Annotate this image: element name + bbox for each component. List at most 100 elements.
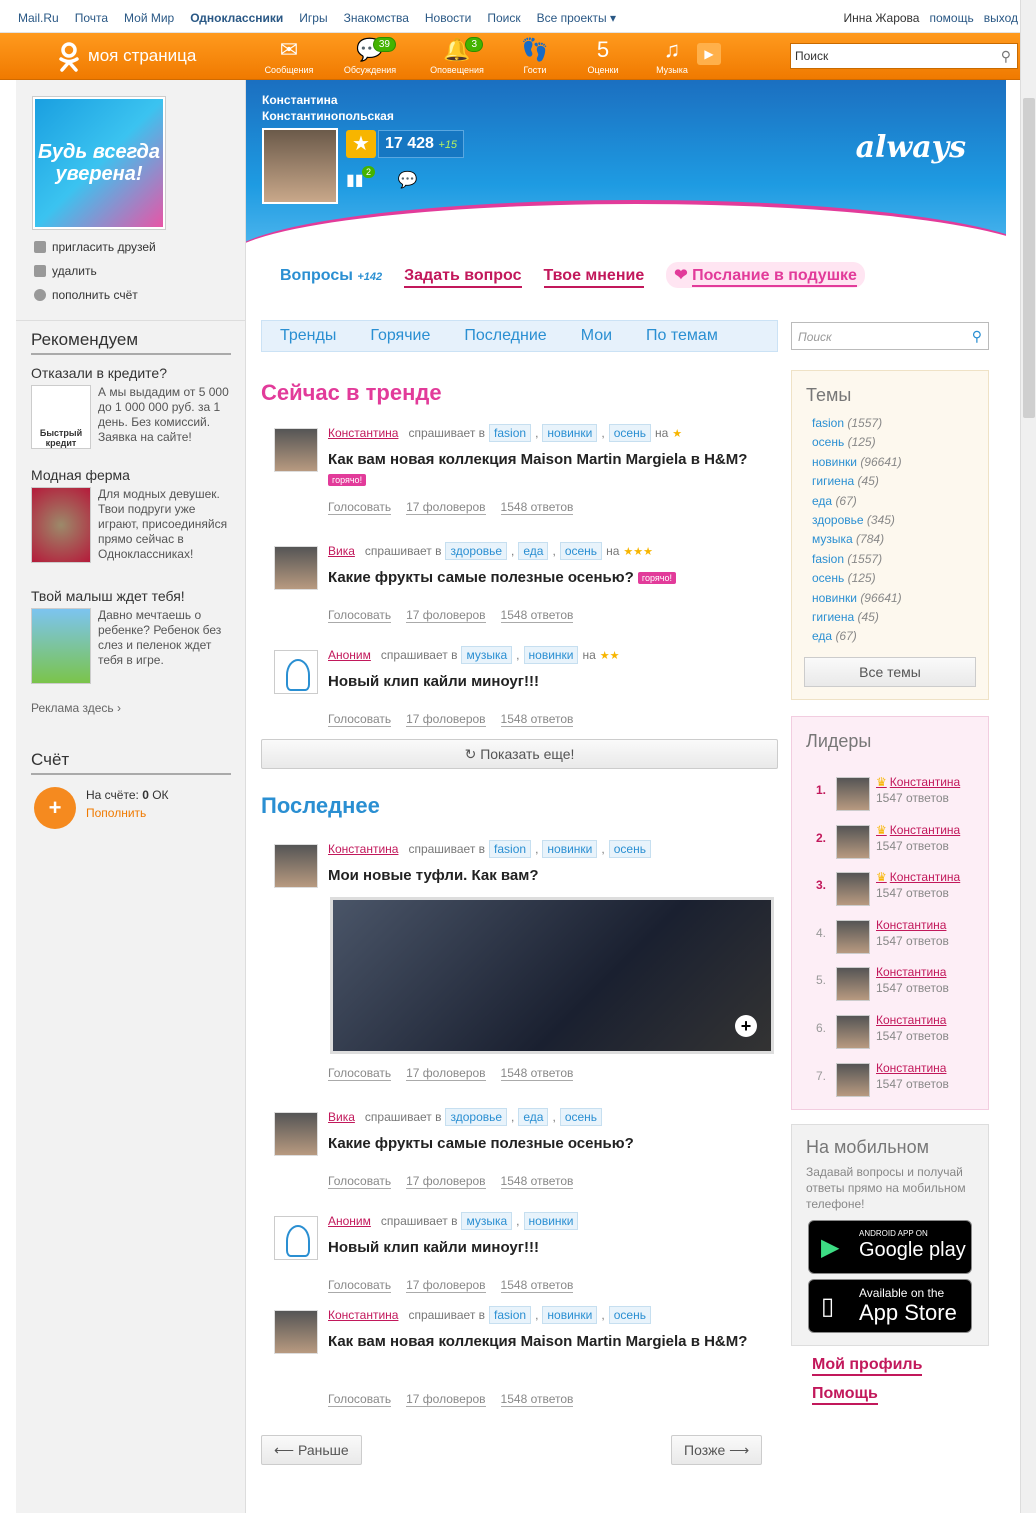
- ad-farm[interactable]: Модная ферма Для модных девушек. Твои по…: [31, 467, 236, 563]
- tag-link[interactable]: музыка: [461, 646, 513, 664]
- theme-link[interactable]: новинки (96641): [812, 453, 974, 472]
- filter-tab[interactable]: По темам: [646, 327, 718, 345]
- portal-link[interactable]: Поиск: [487, 11, 520, 25]
- tag-link[interactable]: музыка: [461, 1212, 513, 1230]
- ad-here-link[interactable]: Реклама здесь ›: [31, 701, 121, 715]
- vote-link[interactable]: Голосовать: [328, 1174, 392, 1189]
- leader-name[interactable]: Константина: [876, 1061, 946, 1075]
- all-themes-button[interactable]: Все темы: [804, 657, 976, 687]
- question-author[interactable]: Константина: [328, 426, 398, 440]
- vote-link[interactable]: Голосовать: [328, 1066, 392, 1081]
- leader-name[interactable]: Константина: [876, 918, 946, 932]
- nav-item-4[interactable]: 5 Оценки: [573, 37, 633, 75]
- leader-avatar[interactable]: [836, 1015, 870, 1049]
- theme-link[interactable]: музыка (784): [812, 530, 974, 549]
- scrollbar[interactable]: [1020, 0, 1036, 1513]
- theme-link[interactable]: новинки (96641): [812, 589, 974, 608]
- theme-link[interactable]: осень (125): [812, 433, 974, 452]
- leader-avatar[interactable]: [836, 777, 870, 811]
- answers-link[interactable]: 1548 ответов: [500, 712, 574, 727]
- scrollbar-thumb[interactable]: [1023, 98, 1035, 418]
- user-avatar[interactable]: [274, 844, 318, 888]
- tag-link[interactable]: осень: [608, 424, 651, 442]
- tab-opinion[interactable]: Твое мнение: [543, 267, 645, 288]
- topup-account-link[interactable]: пополнить счёт: [34, 288, 138, 302]
- tag-link[interactable]: здоровье: [445, 542, 508, 560]
- user-avatar[interactable]: [274, 1310, 318, 1354]
- followers-link[interactable]: 17 фоловеров: [406, 1174, 486, 1189]
- theme-link[interactable]: гигиена (45): [812, 472, 974, 491]
- avatar[interactable]: Будь всегда уверена!: [32, 96, 166, 230]
- theme-link[interactable]: осень (125): [812, 569, 974, 588]
- nav-item-5[interactable]: ♫ Музыка: [642, 37, 702, 75]
- my-profile-link[interactable]: Мой профиль: [812, 1356, 923, 1376]
- nav-item-0[interactable]: ✉ Сообщения: [259, 37, 319, 75]
- my-page-link[interactable]: моя страница: [88, 46, 196, 66]
- next-page-button[interactable]: Позже ⟶: [671, 1435, 763, 1465]
- zoom-icon[interactable]: +: [735, 1015, 757, 1037]
- followers-link[interactable]: 17 фоловеров: [406, 1392, 486, 1407]
- question-photo[interactable]: +: [330, 897, 774, 1054]
- followers-link[interactable]: 17 фоловеров: [406, 712, 486, 727]
- profile-name[interactable]: Константина Константинопольская: [262, 92, 394, 124]
- ad-title[interactable]: Твой малыш ждет тебя!: [31, 588, 236, 604]
- user-name[interactable]: Инна Жарова: [843, 11, 919, 25]
- nav-item-2[interactable]: 🔔 3 Оповещения: [427, 37, 487, 75]
- followers-link[interactable]: 17 фоловеров: [406, 1066, 486, 1081]
- theme-link[interactable]: fasion (1557): [812, 414, 974, 433]
- comment-icon[interactable]: 💬: [398, 172, 418, 189]
- tag-link[interactable]: fasion: [489, 424, 532, 442]
- leader-avatar[interactable]: [836, 919, 870, 954]
- help-link[interactable]: помощь: [929, 11, 973, 25]
- tag-link[interactable]: еда: [518, 542, 549, 560]
- tag-link[interactable]: новинки: [542, 1306, 598, 1324]
- user-avatar[interactable]: [274, 428, 318, 472]
- ad-title[interactable]: Модная ферма: [31, 467, 236, 483]
- vote-link[interactable]: Голосовать: [328, 1278, 392, 1293]
- theme-link[interactable]: здоровье (345): [812, 511, 974, 530]
- invite-friends-link[interactable]: пригласить друзей: [34, 240, 156, 254]
- user-avatar[interactable]: [274, 650, 318, 694]
- ad-image[interactable]: Быстрый кредит: [31, 385, 91, 449]
- portal-link[interactable]: Mail.Ru: [18, 11, 59, 25]
- ad-image[interactable]: [31, 487, 91, 563]
- tag-link[interactable]: fasion: [489, 1306, 532, 1324]
- answers-link[interactable]: 1548 ответов: [500, 1174, 574, 1189]
- leader-name[interactable]: ♛ Константина: [876, 775, 960, 789]
- ad-baby[interactable]: Твой малыш ждет тебя! Давно мечтаешь о р…: [31, 588, 236, 684]
- filter-tab[interactable]: Мои: [581, 327, 612, 345]
- leader-avatar[interactable]: [836, 872, 870, 907]
- vote-link[interactable]: Голосовать: [328, 1392, 392, 1407]
- vote-link[interactable]: Голосовать: [328, 712, 392, 727]
- tag-link[interactable]: fasion: [489, 840, 532, 858]
- question-author[interactable]: Вика: [328, 1110, 355, 1124]
- filter-tab[interactable]: Горячие: [370, 327, 430, 345]
- filter-tab[interactable]: Тренды: [280, 327, 336, 345]
- followers-link[interactable]: 17 фоловеров: [406, 608, 486, 623]
- show-more-button[interactable]: ↻ Показать еще!: [261, 739, 778, 769]
- question-author[interactable]: Аноним: [328, 1214, 371, 1228]
- help-link[interactable]: Помощь: [812, 1385, 878, 1405]
- portal-link[interactable]: Игры: [299, 11, 327, 25]
- tab-ask-question[interactable]: Задать вопрос: [404, 267, 522, 288]
- vote-link[interactable]: Голосовать: [328, 500, 392, 515]
- portal-link[interactable]: Мой Мир: [124, 11, 174, 25]
- question-author[interactable]: Константина: [328, 842, 398, 856]
- followers-link[interactable]: 17 фоловеров: [406, 500, 486, 515]
- tag-link[interactable]: новинки: [542, 424, 598, 442]
- user-avatar[interactable]: [274, 546, 318, 590]
- portal-link[interactable]: Новости: [425, 11, 471, 25]
- search-icon[interactable]: ⚲: [1001, 48, 1011, 65]
- tag-link[interactable]: здоровье: [445, 1108, 508, 1126]
- tag-link[interactable]: новинки: [523, 646, 579, 664]
- theme-link[interactable]: гигиена (45): [812, 608, 974, 627]
- portal-link[interactable]: Все проекты ▾: [537, 11, 616, 25]
- leader-name[interactable]: Константина: [876, 1013, 946, 1027]
- tag-link[interactable]: новинки: [542, 840, 598, 858]
- portal-link[interactable]: Почта: [75, 11, 108, 25]
- tag-link[interactable]: осень: [608, 840, 651, 858]
- question-title[interactable]: Новый клип кайли миноуг!!!: [328, 672, 748, 692]
- question-title[interactable]: Как вам новая коллекция Maison Martin Ma…: [328, 450, 748, 490]
- answers-link[interactable]: 1548 ответов: [500, 1066, 574, 1081]
- user-avatar[interactable]: [274, 1112, 318, 1156]
